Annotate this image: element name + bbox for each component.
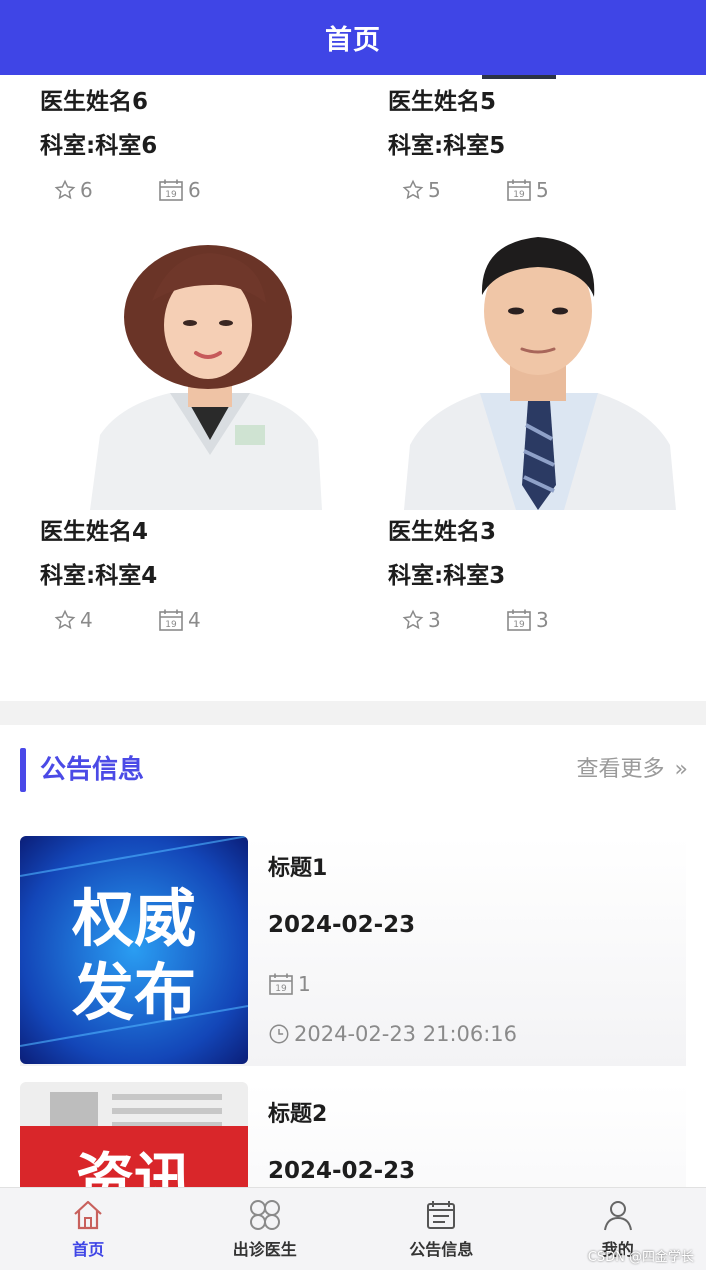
appointment-stat: 19 4: [158, 608, 262, 632]
appointment-count: 5: [536, 178, 549, 202]
favorite-stat: 6: [54, 178, 158, 202]
thumbnail-text-line2: 发布: [72, 956, 196, 1029]
notice-time-text: 2024-02-23 21:06:16: [294, 1022, 518, 1046]
star-icon: [402, 609, 424, 630]
appointment-count: 4: [188, 608, 201, 632]
user-icon: [603, 1201, 632, 1231]
double-chevron-right-icon: »: [674, 757, 688, 782]
doctor-name: 医生姓名3: [388, 519, 497, 545]
home-icon: [74, 1200, 102, 1230]
appointment-stat: 19 5: [506, 178, 610, 202]
calendar-icon: 19: [269, 973, 293, 995]
favorite-count: 6: [80, 178, 93, 202]
notice-timestamp: 2024-02-23 21:06:16: [268, 1022, 517, 1046]
notice-icon: [427, 1201, 456, 1229]
page-title: 首页: [325, 25, 381, 56]
doctor-stats: 6 19 6: [40, 168, 370, 212]
doctor-card[interactable]: 医生姓名6 科室:科室6 6 19 6: [40, 80, 370, 212]
favorite-stat: 5: [402, 178, 506, 202]
top-nav-bar: 首页: [0, 0, 706, 75]
svg-text:19: 19: [513, 620, 525, 630]
svg-text:19: 19: [165, 620, 177, 630]
notice-date: 2024-02-23: [268, 1158, 416, 1184]
star-icon: [54, 609, 76, 630]
appointment-stat: 19 6: [158, 178, 262, 202]
svg-text:19: 19: [513, 190, 525, 200]
view-more-link[interactable]: 查看更多 »: [577, 745, 688, 795]
doctor-department: 科室:科室6: [40, 133, 158, 159]
tab-home-label: 首页: [72, 1240, 105, 1259]
doctor-card[interactable]: 医生姓名3 科室:科室3 3 19 3: [388, 225, 706, 642]
notice-section-header: 公告信息 查看更多 »: [0, 745, 706, 795]
doctor-department: 科室:科室4: [40, 563, 158, 589]
tab-doctors-label: 出诊医生: [232, 1240, 297, 1259]
tab-notices[interactable]: 公告信息: [353, 1188, 530, 1270]
notice-title: 标题1: [268, 856, 328, 881]
favorite-stat: 3: [402, 608, 506, 632]
doctor-name: 医生姓名6: [40, 89, 149, 115]
watermark: CSDN @四金学长: [587, 1250, 694, 1265]
notice-view-count: 1: [298, 972, 311, 996]
tab-doctors[interactable]: 出诊医生: [177, 1188, 354, 1270]
star-icon: [402, 179, 424, 200]
notice-views: 19 1: [268, 972, 311, 996]
notice-date: 2024-02-23: [268, 912, 416, 938]
calendar-icon: 19: [159, 179, 183, 201]
doctor-department: 科室:科室3: [388, 563, 506, 589]
notice-section-title: 公告信息: [40, 755, 145, 785]
calendar-icon: 19: [159, 609, 183, 631]
appointment-count: 6: [188, 178, 201, 202]
favorite-count: 4: [80, 608, 93, 632]
appointment-count: 3: [536, 608, 549, 632]
doctor-stats: 3 19 3: [388, 598, 706, 642]
notice-list-item[interactable]: 权威 发布 标题1 2024-02-23 19 1 2024-02-23 21:…: [20, 836, 686, 1066]
doctor-name: 医生姓名5: [388, 89, 497, 115]
tab-home[interactable]: 首页: [0, 1188, 177, 1270]
doctor-photo: [388, 225, 688, 510]
doctor-grid: 医生姓名6 科室:科室6 6 19 6 医生姓名5 科室:科室5 5 19 5 …: [0, 75, 706, 701]
doctor-card[interactable]: 医生姓名4 科室:科室4 4 19 4: [40, 225, 370, 642]
doctor-photo-edge: [482, 75, 556, 79]
section-accent-bar: [20, 748, 26, 792]
view-more-label: 查看更多: [576, 757, 665, 782]
clock-icon: [269, 1024, 289, 1044]
star-icon: [54, 179, 76, 200]
grid-icon: [249, 1200, 280, 1230]
calendar-icon: 19: [507, 179, 531, 201]
thumbnail-text-line1: 资讯: [76, 1146, 192, 1187]
doctor-card[interactable]: 医生姓名5 科室:科室5 5 19 5: [388, 80, 706, 212]
doctor-department: 科室:科室5: [388, 133, 506, 159]
notice-section: 公告信息 查看更多 » 权威 发布 标题1 2024-02-23 19 1 20…: [0, 725, 706, 1187]
thumbnail-text-line1: 权威: [71, 882, 196, 955]
notice-title: 标题2: [268, 1102, 328, 1127]
favorite-count: 5: [428, 178, 441, 202]
favorite-count: 3: [428, 608, 441, 632]
home-scroll-area[interactable]: 医生姓名6 科室:科室6 6 19 6 医生姓名5 科室:科室5 5 19 5 …: [0, 75, 706, 1187]
tab-notices-label: 公告信息: [409, 1240, 474, 1259]
notice-thumbnail: 权威 发布: [20, 836, 248, 1064]
appointment-stat: 19 3: [506, 608, 610, 632]
svg-text:19: 19: [165, 190, 177, 200]
doctor-photo: [60, 225, 360, 510]
doctor-stats: 5 19 5: [388, 168, 706, 212]
notice-list-item[interactable]: 资讯 标题2 2024-02-23: [20, 1082, 686, 1187]
notice-thumbnail: 资讯: [20, 1082, 248, 1187]
doctor-name: 医生姓名4: [40, 519, 149, 545]
favorite-stat: 4: [54, 608, 158, 632]
svg-text:19: 19: [275, 984, 287, 994]
doctor-stats: 4 19 4: [40, 598, 370, 642]
calendar-icon: 19: [507, 609, 531, 631]
